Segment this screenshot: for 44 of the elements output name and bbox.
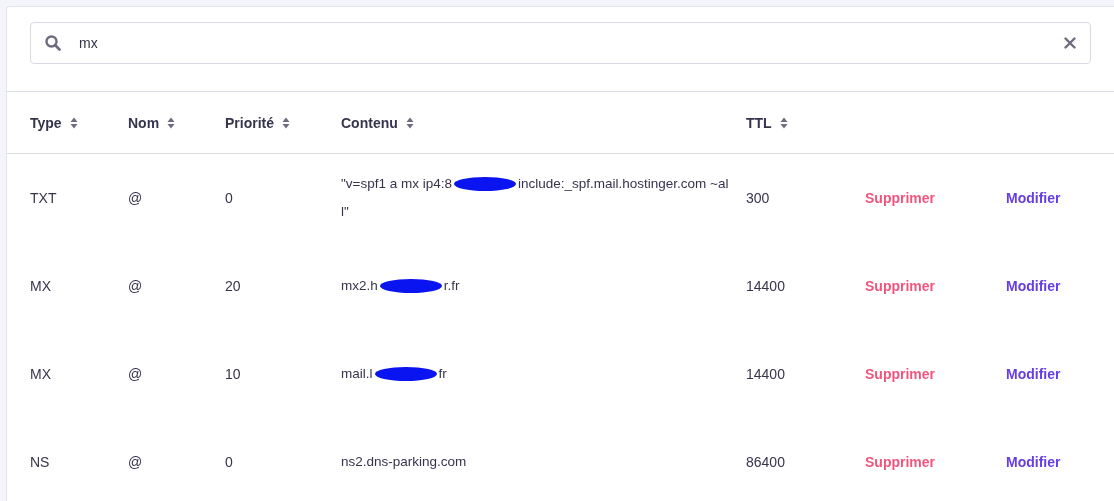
- redaction-mark: [454, 177, 516, 192]
- table-cell: 10: [225, 366, 241, 382]
- sort-icon[interactable]: [69, 116, 78, 129]
- column-header[interactable]: Priorité: [225, 114, 274, 131]
- redaction-mark: [374, 367, 437, 382]
- column-header[interactable]: Contenu: [341, 114, 398, 131]
- sort-icon[interactable]: [405, 116, 414, 129]
- table-cell-text: mail.l fr: [341, 365, 448, 384]
- sort-icon[interactable]: [779, 116, 788, 129]
- table-cell: NS: [30, 454, 50, 470]
- search-field[interactable]: mx: [30, 22, 1091, 64]
- column-header[interactable]: Nom: [128, 114, 160, 131]
- table-cell: 300: [746, 190, 770, 206]
- edit-link[interactable]: Modifier: [1006, 366, 1061, 382]
- table-cell: MX: [30, 366, 51, 382]
- sort-icon[interactable]: [167, 116, 176, 129]
- delete-link[interactable]: Supprimer: [865, 366, 935, 382]
- column-header[interactable]: TTL: [746, 114, 772, 131]
- table-cell-text: "v=spf1 a mx ip4:8 include:_spf.mail.hostinger.com ~all": [341, 175, 730, 221]
- table-cell: 86400: [746, 454, 785, 470]
- table-cell: TXT: [30, 190, 57, 206]
- table-cell: 14400: [746, 366, 785, 382]
- column-header[interactable]: Type: [30, 114, 62, 131]
- table-cell-text: ns2.dns-parking.com: [341, 453, 468, 471]
- table-cell: @: [128, 366, 143, 382]
- edit-link[interactable]: Modifier: [1006, 190, 1061, 206]
- redaction-mark: [379, 279, 442, 294]
- table-cell: 0: [225, 454, 233, 470]
- close-icon[interactable]: [1064, 37, 1076, 49]
- table-cell: @: [128, 190, 143, 206]
- table-cell: @: [128, 454, 143, 470]
- search-icon: [45, 35, 61, 51]
- table-cell-text: mx2.h r.fr: [341, 277, 461, 296]
- table-cell: 0: [225, 190, 233, 206]
- table-cell: MX: [30, 278, 51, 294]
- table-cell: @: [128, 278, 143, 294]
- delete-link[interactable]: Supprimer: [865, 454, 935, 470]
- edit-link[interactable]: Modifier: [1006, 454, 1061, 470]
- table-cell: 20: [225, 278, 241, 294]
- delete-link[interactable]: Supprimer: [865, 190, 935, 206]
- edit-link[interactable]: Modifier: [1006, 278, 1061, 294]
- sort-icon[interactable]: [282, 116, 290, 129]
- delete-link[interactable]: Supprimer: [865, 278, 935, 294]
- table-cell: 14400: [746, 278, 785, 294]
